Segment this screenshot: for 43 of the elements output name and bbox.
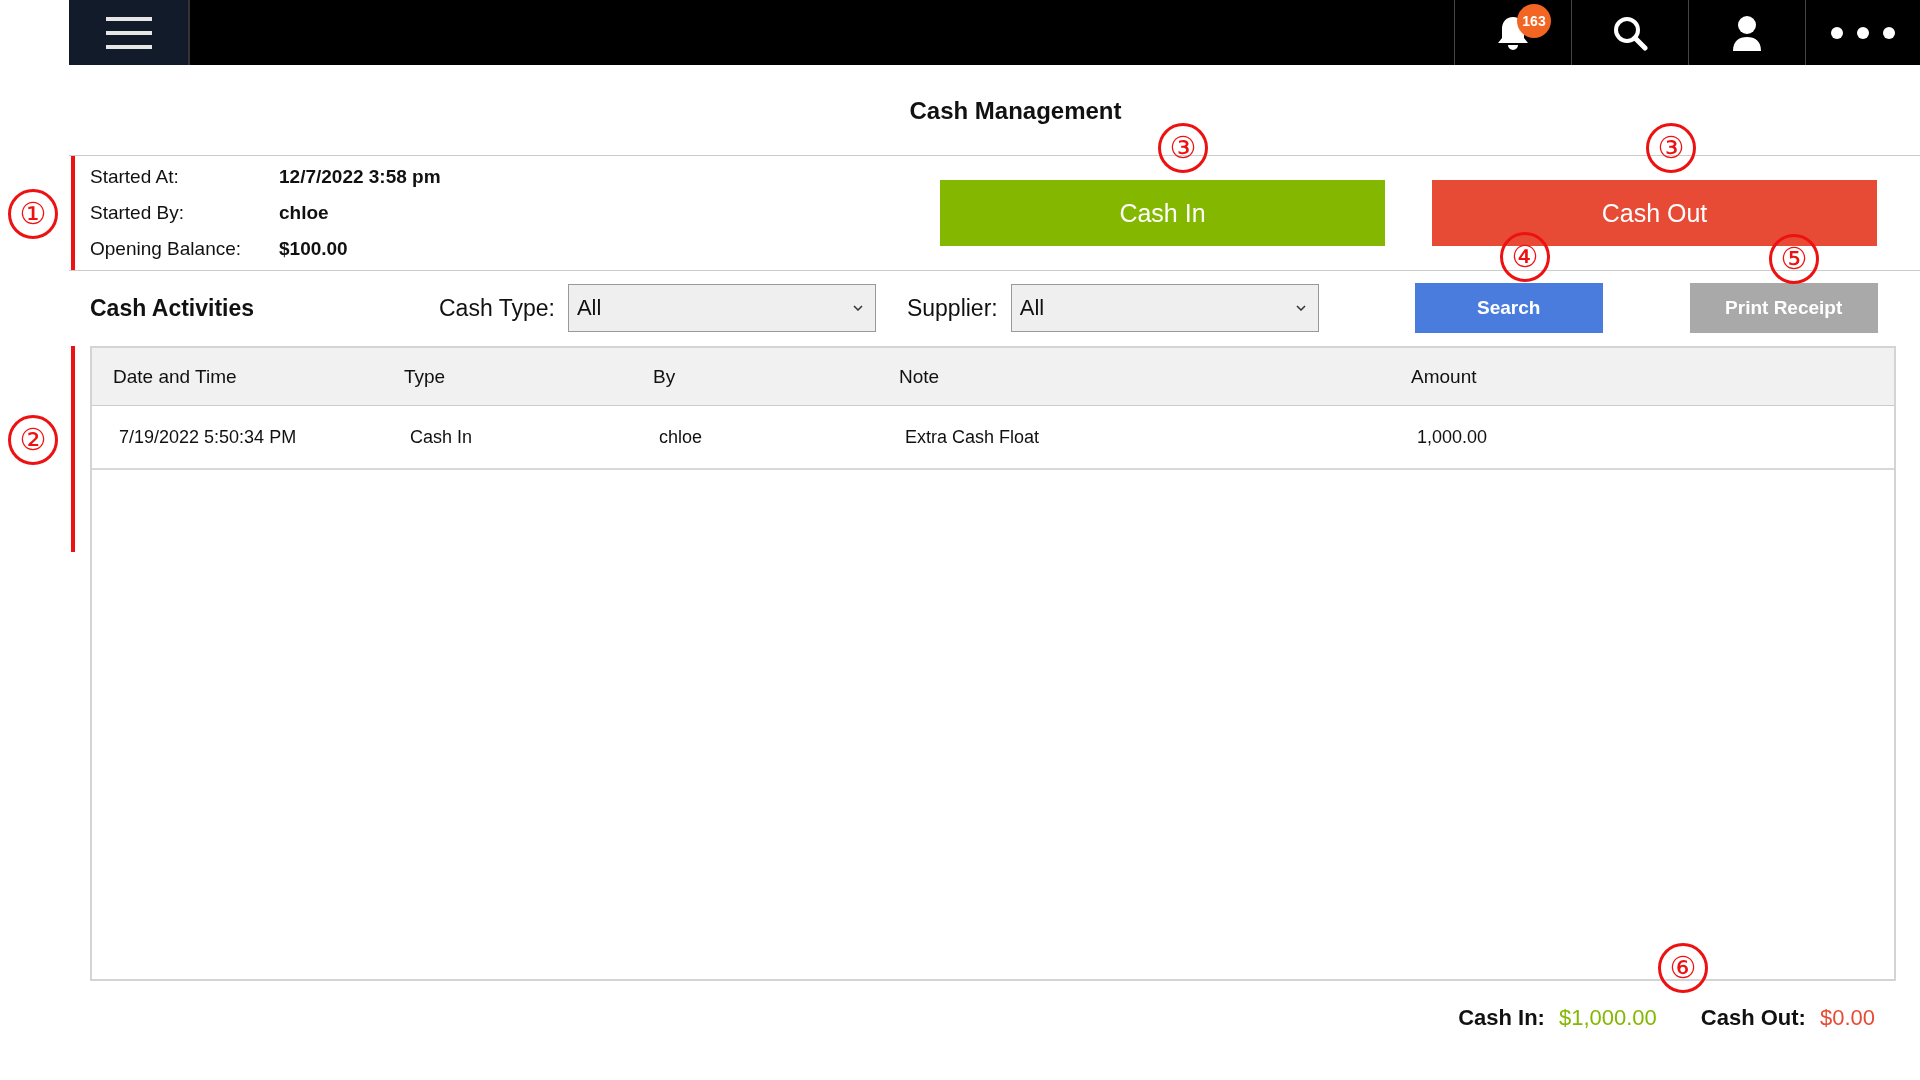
dropdown[interactable]: All bbox=[1010, 284, 1319, 332]
more-icon bbox=[1830, 25, 1896, 40]
section-title: Cash Activities bbox=[90, 294, 256, 322]
column-header: Type bbox=[404, 365, 447, 388]
field-label: Opening Balance: bbox=[90, 238, 243, 260]
annotation-number: ③ bbox=[1158, 123, 1208, 173]
table-cell-text: Cash In bbox=[410, 426, 474, 448]
column-header: Date and Time bbox=[113, 365, 238, 388]
field-value: $100.00 bbox=[279, 238, 348, 260]
total-label: Cash In: bbox=[1458, 1005, 1545, 1030]
menu-icon bbox=[105, 14, 152, 51]
column-header: Note bbox=[899, 365, 941, 388]
column-header: Amount bbox=[1411, 365, 1478, 388]
total-value: $1,000.00 bbox=[1558, 1005, 1657, 1030]
filter-label: Supplier: bbox=[906, 294, 998, 322]
table-cell-text: chloe bbox=[659, 426, 704, 448]
annotation-number: ④ bbox=[1500, 232, 1550, 282]
annotation-number: ① bbox=[8, 189, 58, 239]
user-icon bbox=[1732, 14, 1762, 51]
total-label: Cash Out: bbox=[1700, 1005, 1806, 1030]
annotation-number: ⑥ bbox=[1658, 943, 1708, 993]
dropdown[interactable]: All bbox=[567, 284, 876, 332]
search-icon bbox=[1612, 14, 1648, 51]
search-button[interactable]: Search bbox=[1414, 283, 1603, 333]
field-label: Started By: bbox=[90, 202, 185, 224]
table-cell-text: 1,000.00 bbox=[1417, 426, 1489, 448]
notification-badge: 163 bbox=[1517, 4, 1551, 38]
annotation-number: ② bbox=[8, 415, 58, 465]
field-value: chloe bbox=[279, 202, 329, 224]
table-cell-text: 7/19/2022 5:50:34 PM bbox=[119, 426, 298, 448]
filter-label: Cash Type: bbox=[439, 294, 555, 322]
annotation-number: ⑤ bbox=[1769, 234, 1819, 284]
cash-out-button[interactable]: Cash Out bbox=[1432, 180, 1877, 246]
chevron-down-icon bbox=[1295, 305, 1306, 311]
field-label: Started At: bbox=[90, 166, 180, 188]
column-header: By bbox=[653, 365, 677, 388]
table-cell-text: Extra Cash Float bbox=[905, 426, 1041, 448]
total-value: $0.00 bbox=[1819, 1005, 1875, 1030]
annotation-number: ③ bbox=[1646, 123, 1696, 173]
cash-in-button[interactable]: Cash In bbox=[940, 180, 1385, 246]
chevron-down-icon bbox=[852, 305, 863, 311]
field-value: 12/7/2022 3:58 pm bbox=[279, 166, 441, 188]
menu-button[interactable] bbox=[69, 0, 190, 65]
